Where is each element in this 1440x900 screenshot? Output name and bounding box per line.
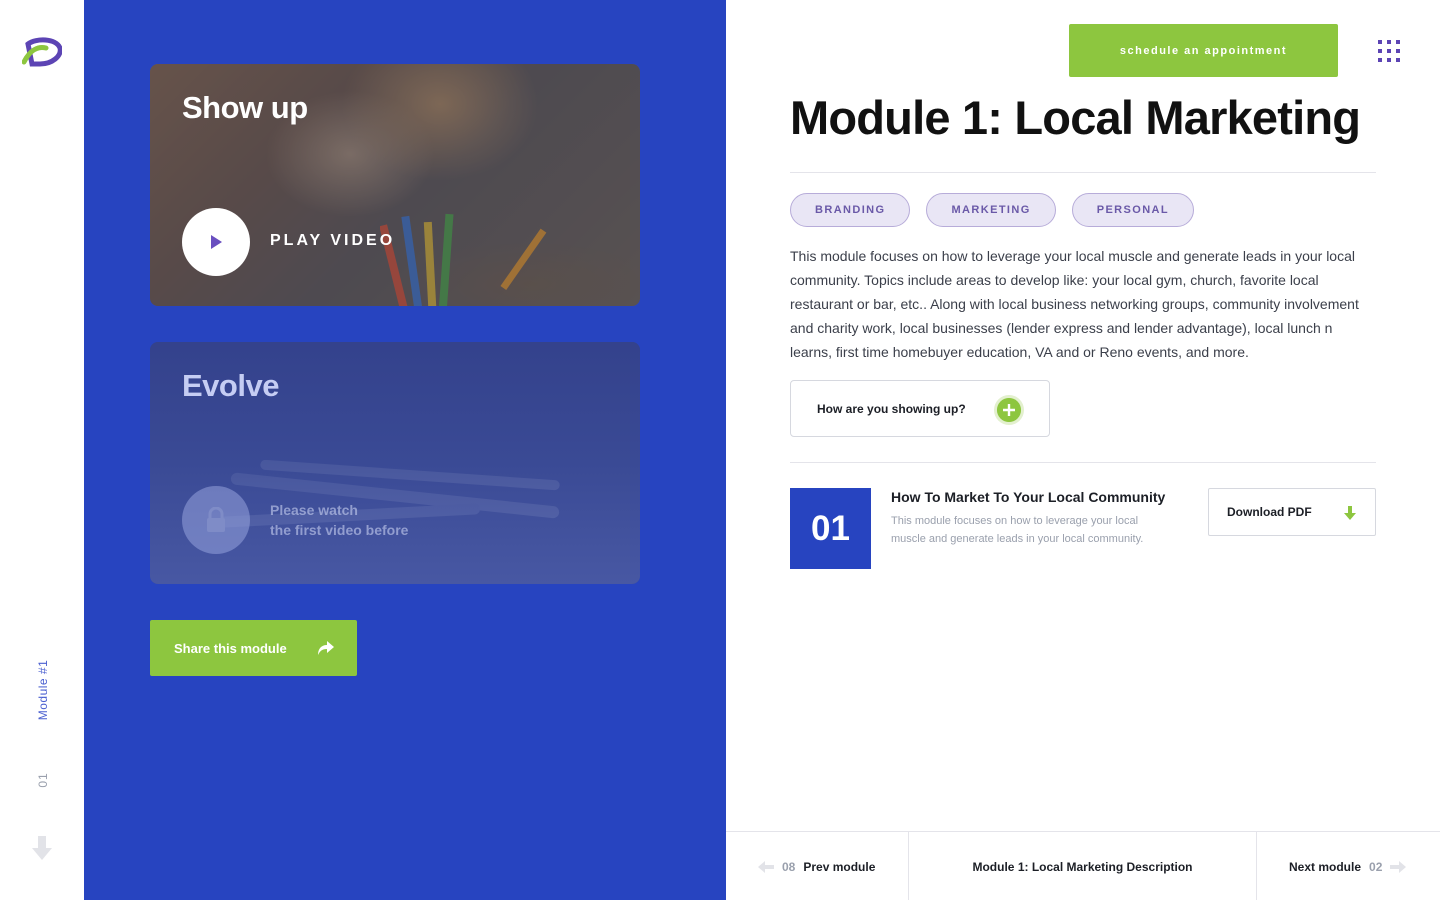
lesson-title: How To Market To Your Local Community (891, 489, 1166, 505)
schedule-appointment-button[interactable]: schedule an appointment (1069, 24, 1338, 77)
play-icon (211, 235, 222, 249)
left-rail: Module #1 01 (0, 0, 84, 900)
grid-dot (1378, 58, 1382, 62)
module-footer-nav: 08 Prev module Module 1: Local Marketing… (726, 831, 1440, 900)
module-number: 01 (36, 772, 50, 788)
module-description-link[interactable]: Module 1: Local Marketing Description (909, 832, 1257, 900)
download-pdf-button[interactable]: Download PDF (1208, 488, 1376, 536)
play-video-label[interactable]: PLAY VIDEO (270, 232, 395, 250)
prev-module-label: Prev module (803, 859, 876, 874)
share-icon (318, 641, 334, 655)
prev-module-number: 08 (782, 859, 796, 874)
grid-menu-icon[interactable] (1378, 40, 1400, 62)
download-arrow-icon (1344, 506, 1356, 520)
arrow-left-icon (758, 860, 774, 873)
page: Module #1 01 Show up PLAY VIDEO Evolve P… (0, 0, 1440, 900)
module-indicator: Module #1 (36, 659, 50, 721)
prev-module-link[interactable]: 08 Prev module (726, 832, 909, 900)
locked-message-line-1: Please watch (270, 502, 358, 518)
grid-dot (1387, 58, 1391, 62)
grid-dot (1387, 49, 1391, 53)
locked-message-line-2: the first video before (270, 522, 409, 538)
divider (790, 462, 1376, 463)
grid-dot (1387, 40, 1391, 44)
page-title: Module 1: Local Marketing (790, 91, 1361, 144)
tag-marketing[interactable]: MARKETING (926, 193, 1056, 227)
video-card-show-up[interactable]: Show up PLAY VIDEO (150, 64, 640, 306)
card-title: Show up (182, 90, 308, 125)
question-toggle[interactable]: How are you showing up? (790, 380, 1050, 437)
lock-icon (207, 507, 225, 532)
video-panel: Show up PLAY VIDEO Evolve Please watch t… (84, 0, 726, 900)
grid-dot (1396, 40, 1400, 44)
download-pdf-label: Download PDF (1227, 505, 1312, 519)
grid-dot (1396, 49, 1400, 53)
tag-list: BRANDING MARKETING PERSONAL (790, 193, 1195, 227)
divider (790, 172, 1376, 173)
grid-dot (1378, 49, 1382, 53)
tag-personal[interactable]: PERSONAL (1071, 193, 1195, 227)
brand-logo-icon[interactable] (22, 36, 62, 68)
card-title: Evolve (182, 368, 279, 403)
next-module-link[interactable]: Next module 02 (1257, 832, 1440, 900)
share-module-label: Share this module (174, 640, 287, 656)
module-description: This module focuses on how to leverage y… (790, 248, 1359, 360)
share-module-button[interactable]: Share this module (150, 620, 357, 676)
schedule-appointment-label: schedule an appointment (1119, 44, 1288, 57)
video-card-evolve: Evolve Please watch the first video befo… (150, 342, 640, 584)
lock-badge (182, 486, 250, 554)
lesson-description: This module focuses on how to leverage y… (891, 515, 1144, 545)
lesson-number-badge: 01 (790, 488, 871, 569)
arrow-down-icon[interactable] (30, 834, 54, 862)
module-description-label: Module 1: Local Marketing Description (972, 859, 1193, 874)
next-module-label: Next module (1289, 859, 1362, 874)
arrow-right-icon (1390, 860, 1407, 873)
question-label: How are you showing up? (817, 401, 966, 416)
play-button[interactable] (182, 208, 250, 276)
next-module-number: 02 (1369, 859, 1383, 874)
grid-dot (1396, 58, 1400, 62)
tag-branding[interactable]: BRANDING (790, 193, 911, 227)
plus-circle-icon (997, 398, 1021, 422)
locked-message: Please watch the first video before (270, 500, 450, 540)
grid-dot (1378, 40, 1382, 44)
